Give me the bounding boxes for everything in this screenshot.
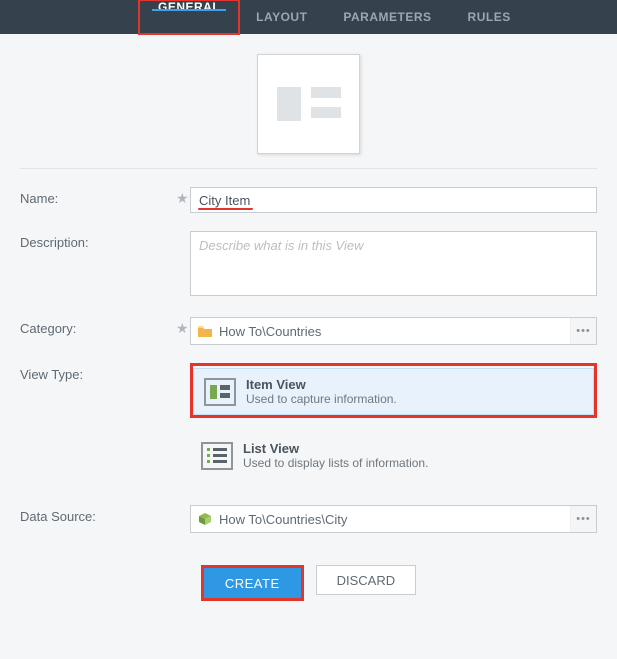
name-input[interactable] (190, 187, 597, 213)
discard-button[interactable]: DISCARD (316, 565, 417, 595)
description-textarea[interactable] (190, 231, 597, 296)
view-type-item[interactable]: Item View Used to capture information. (193, 368, 594, 415)
list-view-desc: Used to display lists of information. (243, 456, 428, 470)
view-thumbnail-icon (257, 54, 360, 154)
row-description: Description: (20, 231, 597, 299)
list-view-title: List View (243, 441, 428, 456)
tab-layout[interactable]: LAYOUT (238, 0, 325, 34)
label-category: Category: (20, 317, 190, 336)
highlight-create-button: CREATE (201, 565, 304, 601)
item-view-title: Item View (246, 377, 397, 392)
row-category: Category: ★ How To\Countries ••• (20, 317, 597, 345)
list-view-icon (201, 442, 233, 470)
label-name: Name: (20, 187, 190, 206)
data-source-browse-button[interactable]: ••• (570, 506, 596, 532)
category-picker[interactable]: How To\Countries (190, 317, 597, 345)
folder-icon (197, 324, 213, 338)
required-star-icon: ★ (176, 320, 189, 337)
category-value: How To\Countries (219, 324, 321, 339)
highlight-item-view: Item View Used to capture information. (190, 363, 597, 418)
label-description: Description: (20, 231, 190, 250)
tab-rules[interactable]: RULES (450, 0, 529, 34)
action-button-row: CREATE DISCARD (0, 551, 617, 631)
smartobject-icon (197, 512, 213, 526)
view-thumbnail-area (0, 34, 617, 168)
label-view-type: View Type: (20, 363, 190, 382)
row-name: Name: ★ (20, 187, 597, 213)
item-view-icon (204, 378, 236, 406)
row-view-type: View Type: Item View Used to capture inf… (20, 363, 597, 479)
create-button[interactable]: CREATE (204, 568, 301, 598)
item-view-desc: Used to capture information. (246, 392, 397, 406)
category-browse-button[interactable]: ••• (570, 318, 596, 344)
tab-parameters[interactable]: PARAMETERS (325, 0, 449, 34)
view-type-list[interactable]: List View Used to display lists of infor… (190, 432, 597, 479)
required-star-icon: ★ (176, 190, 189, 207)
row-data-source: Data Source: How To\Countries\City ••• (20, 505, 597, 533)
general-form: Name: ★ Description: Category: ★ (0, 187, 617, 533)
top-tab-bar: GENERAL LAYOUT PARAMETERS RULES (0, 0, 617, 34)
tab-general[interactable]: GENERAL (140, 0, 238, 14)
section-divider (20, 168, 597, 169)
data-source-picker[interactable]: How To\Countries\City (190, 505, 597, 533)
data-source-value: How To\Countries\City (219, 512, 347, 527)
label-data-source: Data Source: (20, 505, 190, 524)
